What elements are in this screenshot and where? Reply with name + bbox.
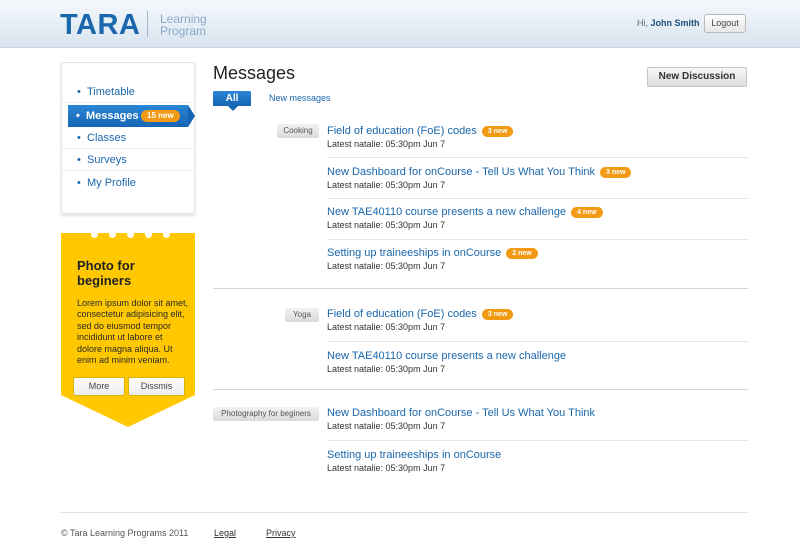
divider bbox=[327, 157, 748, 158]
list-item: Setting up traineeships in onCourse 2 new… bbox=[327, 247, 748, 271]
active-pointer-arrow bbox=[188, 105, 195, 127]
group-divider bbox=[213, 288, 748, 289]
sidebar-item-messages[interactable]: • Messages 15 new bbox=[68, 105, 188, 127]
message-title-link[interactable]: New TAE40110 course presents a new chall… bbox=[327, 206, 566, 218]
list-item: Field of education (FoE) codes 3 new Late… bbox=[327, 125, 748, 149]
list-item: New TAE40110 course presents a new chall… bbox=[327, 206, 748, 230]
user-name[interactable]: John Smith bbox=[651, 18, 700, 28]
new-count-badge: 3 new bbox=[481, 309, 514, 320]
divider bbox=[327, 341, 748, 342]
list-item: Field of education (FoE) codes 3 new Late… bbox=[327, 308, 748, 332]
message-title-link[interactable]: New Dashboard for onCourse - Tell Us Wha… bbox=[327, 166, 595, 178]
new-discussion-button[interactable]: New Discussion bbox=[647, 67, 747, 87]
sidebar-item-timetable[interactable]: • Timetable bbox=[62, 81, 196, 103]
message-title-link[interactable]: New Dashboard for onCourse - Tell Us Wha… bbox=[327, 407, 595, 419]
message-meta: Latest natalie: 05:30pm Jun 7 bbox=[327, 364, 446, 374]
divider bbox=[327, 198, 748, 199]
tara-logo[interactable]: TARA bbox=[60, 9, 140, 42]
new-count-badge: 4 new bbox=[571, 207, 603, 218]
footer-divider bbox=[61, 512, 747, 513]
logo-divider bbox=[147, 11, 148, 37]
promo-text: Lorem ipsum dolor sit amet, consectetur … bbox=[77, 298, 189, 366]
bullet-icon: • bbox=[76, 110, 80, 122]
divider bbox=[327, 440, 748, 441]
message-meta: Latest natalie: 05:30pm Jun 7 bbox=[327, 139, 446, 149]
sidebar-item-label: Timetable bbox=[87, 86, 135, 98]
list-item: Setting up traineeships in onCourse Late… bbox=[327, 449, 748, 473]
footer-link-legal[interactable]: Legal bbox=[214, 528, 236, 538]
messages-count-badge: 15 new bbox=[141, 110, 180, 122]
promo-dismiss-button[interactable]: Dissmis bbox=[128, 377, 185, 396]
tape-dot bbox=[163, 231, 170, 238]
greeting-prefix: Hi, bbox=[637, 18, 648, 28]
sidebar-item-my-profile[interactable]: • My Profile bbox=[62, 172, 196, 194]
sidebar-item-surveys[interactable]: • Surveys bbox=[62, 149, 196, 171]
logo-subtitle: Learning Program bbox=[160, 12, 207, 38]
sidebar-item-label: My Profile bbox=[87, 177, 136, 189]
tape-dot bbox=[109, 231, 116, 238]
group-divider bbox=[213, 389, 748, 390]
message-title-link[interactable]: Setting up traineeships in onCourse bbox=[327, 449, 501, 461]
message-title-link[interactable]: New TAE40110 course presents a new chall… bbox=[327, 350, 566, 362]
divider bbox=[327, 239, 748, 240]
bullet-icon: • bbox=[77, 86, 81, 98]
category-tag-photography[interactable]: Photography for beginers bbox=[213, 407, 319, 421]
category-tag-yoga[interactable]: Yoga bbox=[285, 308, 319, 322]
list-item: New Dashboard for onCourse - Tell Us Wha… bbox=[327, 407, 748, 431]
top-header: TARA Learning Program Hi, John Smith Log… bbox=[0, 0, 800, 48]
sidebar-nav: • Timetable • Classes • Surveys • My Pro… bbox=[61, 62, 196, 214]
sidebar-item-label: Classes bbox=[87, 132, 127, 144]
list-item: New TAE40110 course presents a new chall… bbox=[327, 350, 748, 374]
message-meta: Latest natalie: 05:30pm Jun 7 bbox=[327, 463, 446, 473]
message-meta: Latest natalie: 05:30pm Jun 7 bbox=[327, 322, 446, 332]
promo-card-tip bbox=[61, 395, 195, 427]
message-meta: Latest natalie: 05:30pm Jun 7 bbox=[327, 180, 446, 190]
new-count-badge: 3 new bbox=[600, 167, 632, 178]
message-meta: Latest natalie: 05:30pm Jun 7 bbox=[327, 261, 446, 271]
new-count-badge: 2 new bbox=[506, 248, 538, 259]
sidebar-item-label: Messages bbox=[86, 110, 139, 122]
user-greeting: Hi, John Smith bbox=[637, 18, 700, 28]
message-title-link[interactable]: Setting up traineeships in onCourse bbox=[327, 247, 501, 259]
page-title: Messages bbox=[213, 63, 296, 83]
tape-dot bbox=[127, 231, 134, 238]
promo-more-button[interactable]: More bbox=[73, 377, 125, 396]
message-title-link[interactable]: Field of education (FoE) codes bbox=[327, 125, 477, 137]
bullet-icon: • bbox=[77, 154, 81, 166]
message-meta: Latest natalie: 05:30pm Jun 7 bbox=[327, 421, 446, 431]
list-item: New Dashboard for onCourse - Tell Us Wha… bbox=[327, 166, 748, 190]
message-title-link[interactable]: Field of education (FoE) codes bbox=[327, 308, 477, 320]
tape-dot bbox=[91, 231, 98, 238]
footer-link-privacy[interactable]: Privacy bbox=[266, 528, 296, 538]
active-tab-arrow bbox=[228, 106, 238, 111]
sidebar-item-classes[interactable]: • Classes bbox=[62, 127, 196, 149]
message-meta: Latest natalie: 05:30pm Jun 7 bbox=[327, 220, 446, 230]
logout-button[interactable]: Logout bbox=[704, 14, 746, 33]
tab-new-messages[interactable]: New messages bbox=[269, 93, 331, 103]
sidebar-item-label: Surveys bbox=[87, 154, 127, 166]
promo-title: Photo for beginers bbox=[77, 258, 135, 288]
tab-all[interactable]: All bbox=[213, 91, 251, 106]
category-tag-cooking[interactable]: Cooking bbox=[277, 124, 319, 138]
bullet-icon: • bbox=[77, 132, 81, 144]
footer-copyright: © Tara Learning Programs 2011 bbox=[61, 528, 189, 538]
new-count-badge: 3 new bbox=[481, 126, 514, 137]
bullet-icon: • bbox=[77, 177, 81, 189]
tape-dot bbox=[145, 231, 152, 238]
